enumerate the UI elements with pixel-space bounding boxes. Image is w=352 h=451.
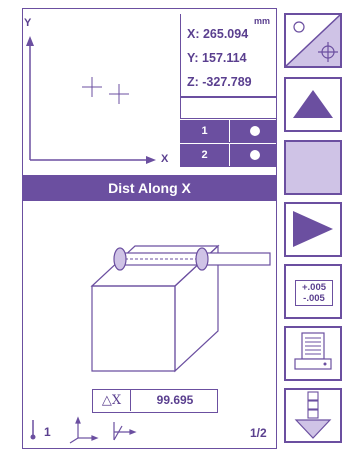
scroll-up-button[interactable] <box>284 77 342 132</box>
probe-mode-button[interactable] <box>284 13 342 68</box>
point-status-dot <box>250 126 260 136</box>
point-row[interactable]: 2 <box>180 143 276 167</box>
next-button[interactable] <box>284 202 342 257</box>
y-axis-arrow-icon <box>26 36 34 46</box>
x-coordinate: X: 265.094 <box>187 27 249 41</box>
footer-index: 1 <box>44 425 51 439</box>
single-axis-icon <box>30 420 36 440</box>
result-value: 99.695 <box>156 393 194 407</box>
unit-label: mm <box>253 16 270 26</box>
y-axis-label: Y <box>24 17 32 29</box>
blank-button[interactable] <box>284 140 342 195</box>
x-axis-label: X <box>161 153 169 165</box>
right-arrow-icon <box>293 211 333 247</box>
up-arrow-icon <box>293 90 333 118</box>
printer-icon <box>294 332 332 370</box>
scroll-down-icon <box>294 391 332 439</box>
point-number: 2 <box>180 144 230 166</box>
tolerance-plus: +.005 <box>301 282 327 293</box>
y-coordinate: Y: 157.114 <box>187 51 247 65</box>
page-indicator: 1/2 <box>250 426 267 440</box>
print-button[interactable] <box>284 326 342 381</box>
footer-icons <box>30 416 137 444</box>
scroll-down-button[interactable] <box>284 388 342 443</box>
point-number: 1 <box>180 120 230 142</box>
tolerance-minus: -.005 <box>303 293 325 304</box>
point-row[interactable]: 1 <box>180 119 276 143</box>
probe-tip-1 <box>113 247 127 271</box>
measurement-illustration <box>90 244 271 373</box>
point-status-dot <box>250 150 260 160</box>
divider <box>181 96 276 98</box>
point-marker-2 <box>109 84 129 104</box>
xy-axes-icon <box>69 416 99 444</box>
points-list: 1 2 <box>180 119 276 167</box>
z-coordinate: Z: -327.789 <box>187 75 252 89</box>
result-box: △X 99.695 <box>92 389 218 413</box>
tolerance-button[interactable]: +.005 -.005 <box>284 264 342 319</box>
tolerance-icon: +.005 -.005 <box>295 280 333 306</box>
coordinate-readout: mm X: 265.094 Y: 157.114 Z: -327.789 <box>180 14 276 119</box>
measurement-title: Dist Along X <box>22 175 277 201</box>
probe-tip-2 <box>195 247 209 271</box>
point-marker-1 <box>82 77 102 97</box>
plane-axes-icon <box>113 422 137 441</box>
plot-area <box>26 36 156 164</box>
x-axis-arrow-icon <box>146 156 156 164</box>
delta-x-label: △X <box>93 390 131 411</box>
probe-mode-icon <box>285 14 341 67</box>
